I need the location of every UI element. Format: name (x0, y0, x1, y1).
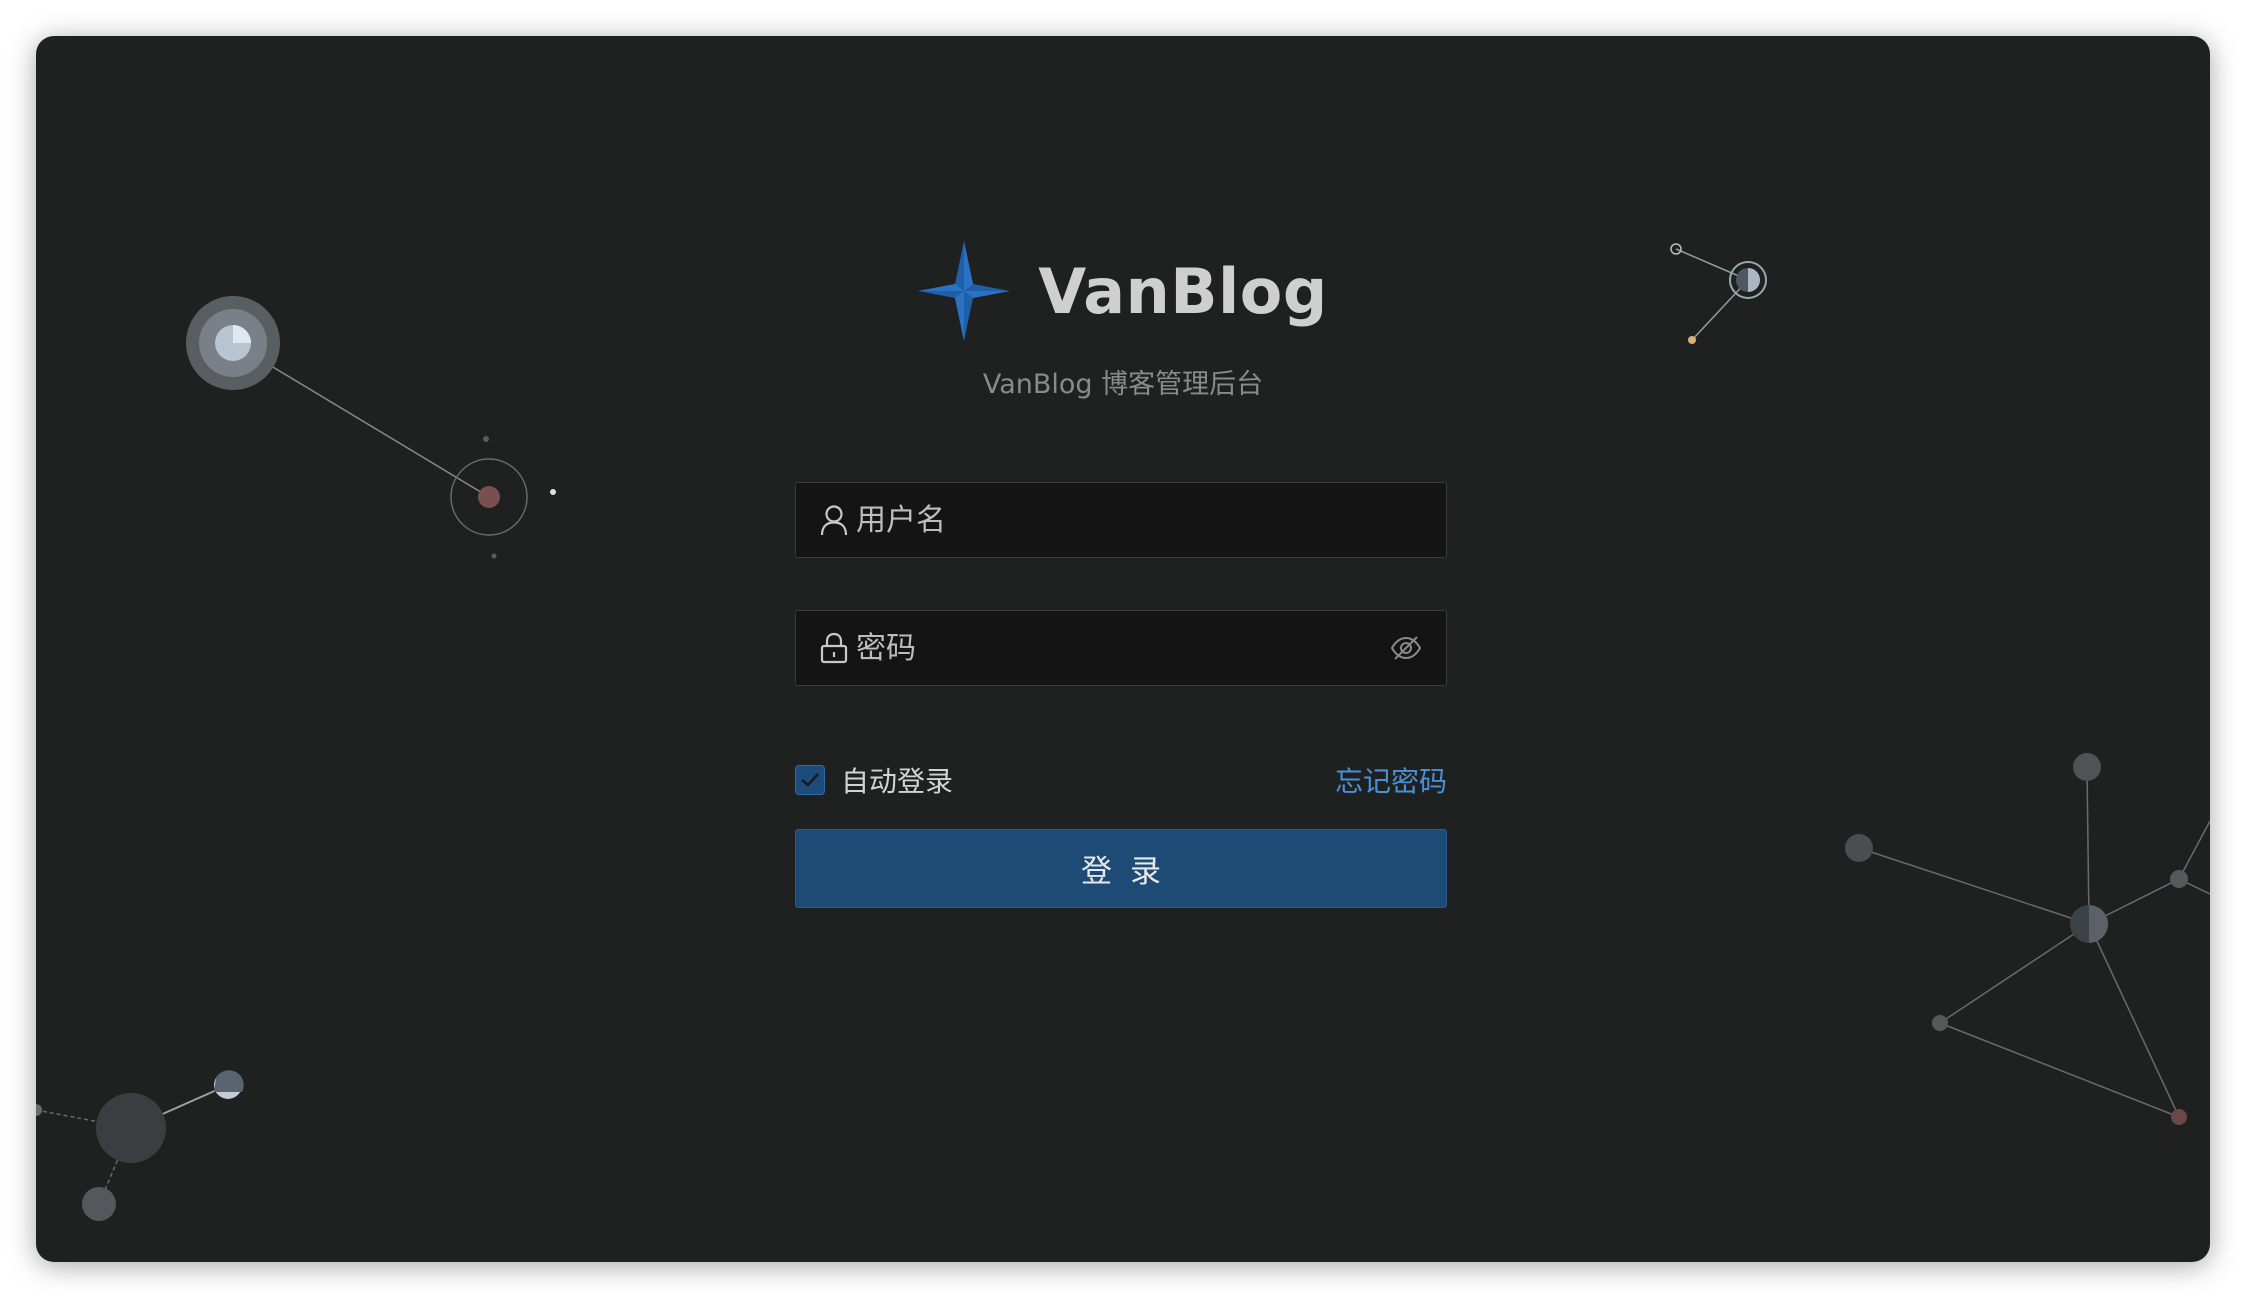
form-options-row: 自动登录 忘记密码 (795, 760, 1447, 800)
username-input[interactable] (850, 482, 1446, 558)
password-input[interactable] (850, 610, 1386, 686)
forgot-password-link[interactable]: 忘记密码 (1335, 760, 1447, 800)
auto-login-checkbox[interactable]: 自动登录 (795, 760, 953, 800)
login-window: VanBlog VanBlog 博客管理后台 用户名 自动登录 忘记密码 登录 (36, 36, 2210, 1262)
brand-header: VanBlog (36, 241, 2210, 341)
username-field[interactable] (795, 482, 1447, 558)
user-icon (818, 503, 850, 537)
login-button[interactable]: 登录 (795, 829, 1447, 908)
brand-title: VanBlog (1038, 254, 1328, 328)
lock-icon (818, 631, 850, 665)
password-field[interactable] (795, 610, 1447, 686)
eye-off-icon[interactable] (1386, 628, 1426, 668)
four-point-star-icon (918, 241, 1011, 341)
checkbox-checked-icon[interactable] (795, 765, 825, 795)
brand-subtitle: VanBlog 博客管理后台 (982, 369, 1264, 400)
auto-login-label: 自动登录 (841, 765, 954, 798)
